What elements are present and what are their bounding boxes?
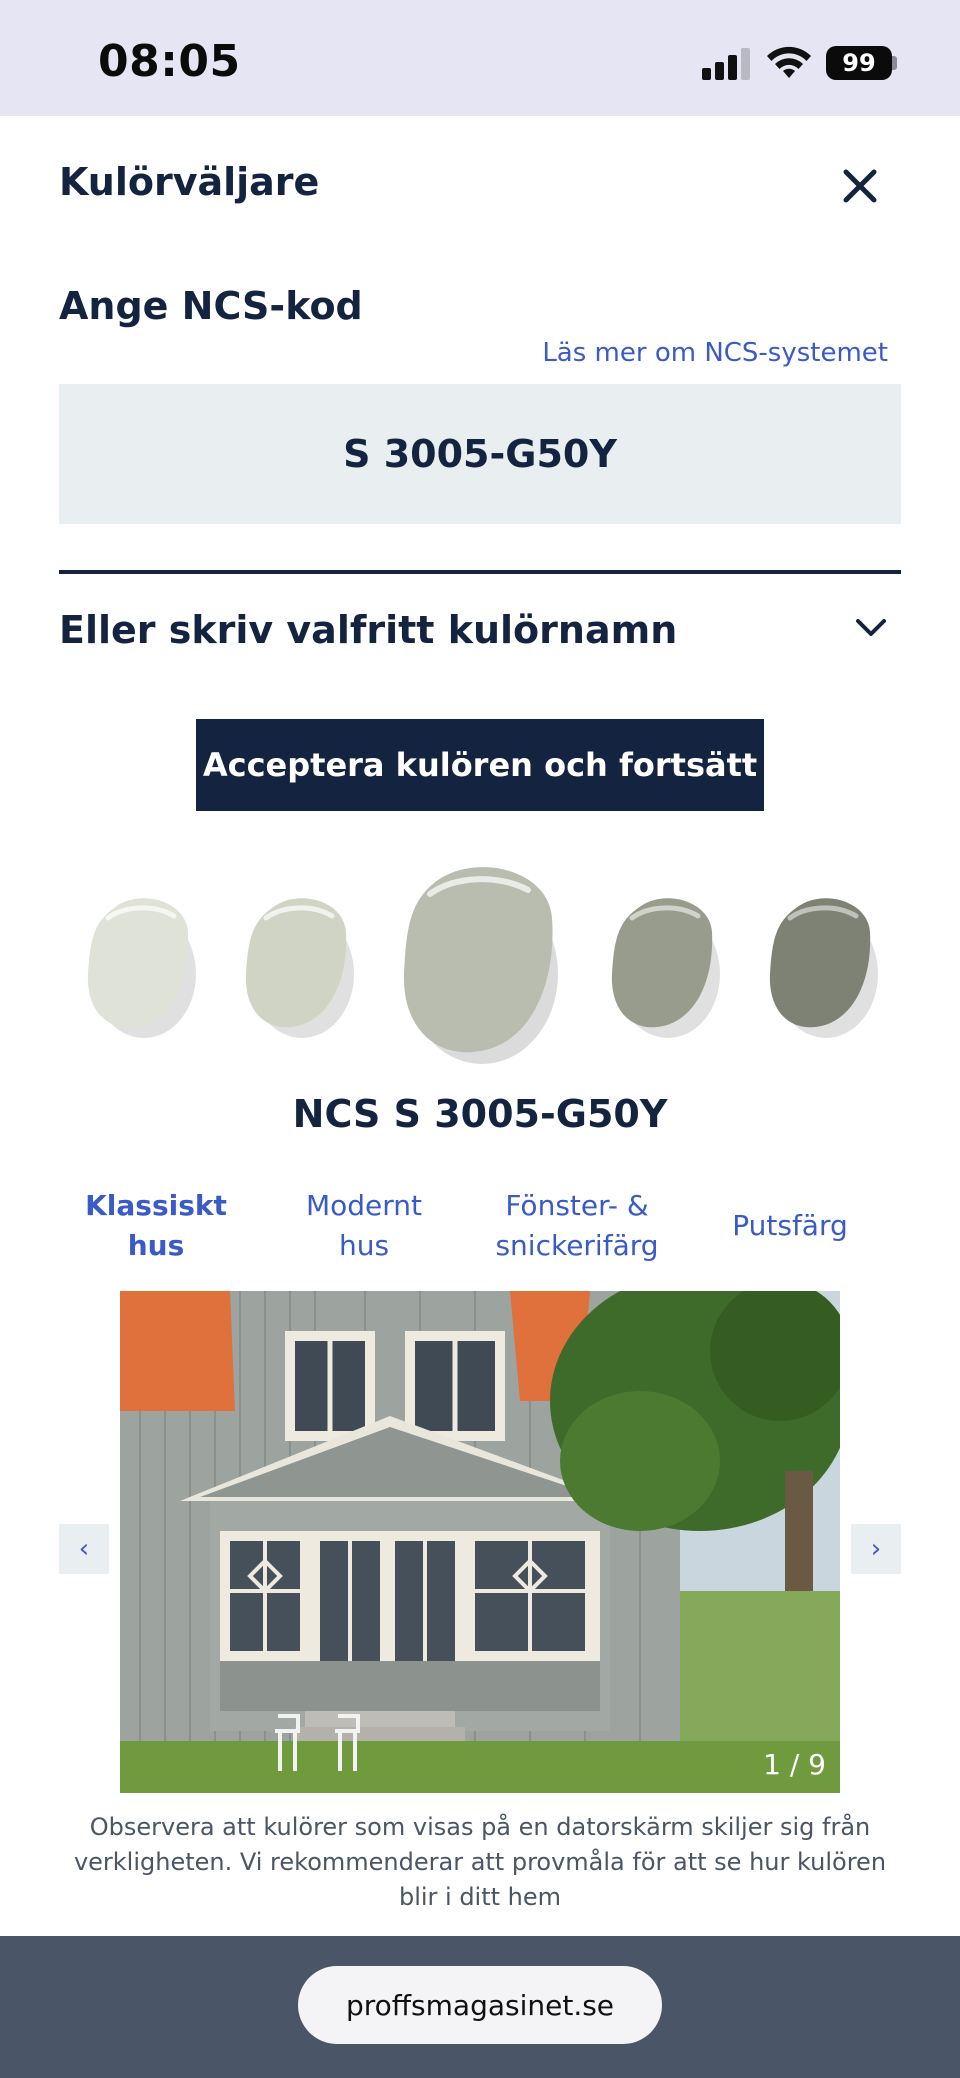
house-preview-image: 1 / 9	[120, 1291, 840, 1793]
gallery-next-button[interactable]: ›	[851, 1524, 901, 1574]
ncs-code-input[interactable]	[59, 384, 901, 524]
ncs-heading: Ange NCS-kod	[59, 284, 363, 328]
tab-modernt-hus[interactable]: Modernt hus	[259, 1186, 469, 1266]
color-name-dropdown-label: Eller skriv valfritt kulörnamn	[59, 608, 678, 652]
ncs-info-link[interactable]: Läs mer om NCS-systemet	[542, 338, 888, 368]
status-time: 08:05	[98, 36, 241, 87]
status-bar: 08:05 99	[0, 0, 960, 116]
tab-label-line1: Putsfärg	[732, 1209, 848, 1242]
chevron-down-icon	[856, 619, 886, 636]
selected-color-name: NCS S 3005-G50Y	[292, 1092, 668, 1136]
color-swatch-selected[interactable]	[398, 862, 558, 1066]
color-swatch-lighter-2[interactable]	[84, 894, 196, 1038]
tab-fonster-snickerifarg[interactable]: Fönster- & snickerifärg	[472, 1186, 682, 1266]
address-bar[interactable]: proffsmagasinet.se	[298, 1966, 662, 2044]
accept-color-button[interactable]: Acceptera kulören och fortsätt	[196, 719, 764, 811]
color-name-dropdown[interactable]: Eller skriv valfritt kulörnamn	[59, 586, 901, 666]
color-swatch-darker-1[interactable]	[608, 894, 720, 1038]
divider	[59, 570, 901, 574]
color-picker-modal: Kulörväljare Ange NCS-kod Läs mer om NCS…	[0, 116, 960, 1936]
color-swatch-lighter-1[interactable]	[242, 894, 354, 1038]
color-disclaimer: Observera att kulörer som visas på en da…	[73, 1813, 887, 1911]
close-icon[interactable]	[838, 164, 882, 208]
browser-toolbar: proffsmagasinet.se	[0, 1936, 960, 2078]
battery-icon: 99	[826, 46, 892, 80]
battery-tip	[892, 56, 897, 70]
color-swatch-darker-2[interactable]	[766, 894, 878, 1038]
gallery-counter: 1 / 9	[763, 1748, 826, 1781]
tab-label-line1: Modernt	[305, 1189, 423, 1222]
tab-klassiskt-hus[interactable]: Klassiskt hus	[51, 1186, 261, 1266]
tab-label-line2: snickerifärg	[495, 1229, 659, 1262]
modal-title: Kulörväljare	[59, 160, 320, 204]
tab-label-line1: Klassiskt	[85, 1189, 227, 1222]
tab-putsfarg[interactable]: Putsfärg	[685, 1206, 895, 1246]
wifi-icon	[767, 46, 811, 78]
tab-label-line1: Fönster- &	[505, 1189, 649, 1222]
tab-label-line2: hus	[127, 1229, 185, 1262]
tab-label-line2: hus	[338, 1229, 390, 1262]
gallery-prev-button[interactable]: ‹	[59, 1524, 109, 1574]
cellular-signal-icon	[702, 48, 752, 80]
